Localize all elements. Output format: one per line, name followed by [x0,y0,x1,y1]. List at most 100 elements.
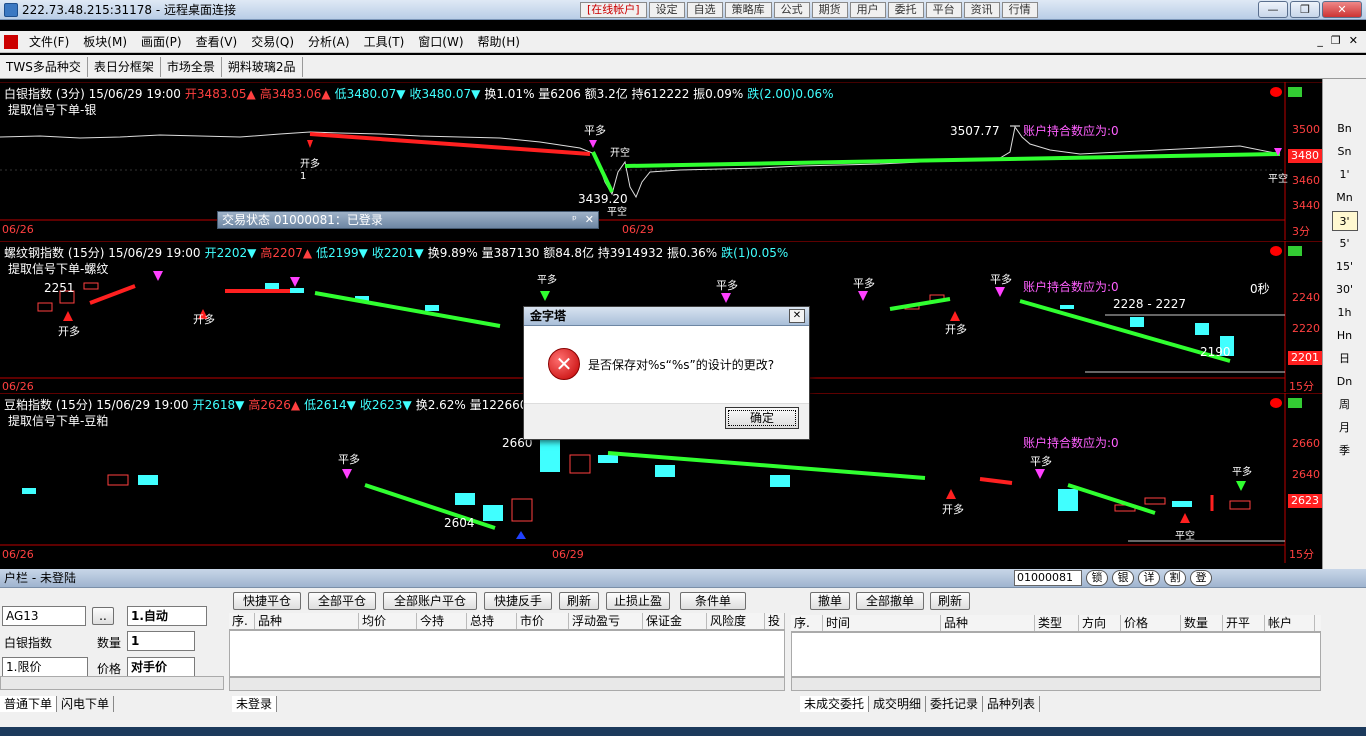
contract-input[interactable]: AG13 [2,606,86,626]
bank-button[interactable]: 银 [1112,570,1134,586]
layout-tab-plastic[interactable]: 朔料玻璃2品 [222,56,303,77]
period-1h[interactable]: 1h [1332,303,1358,323]
quantity-input[interactable]: 1 [127,631,195,651]
money-icon[interactable] [1288,398,1302,408]
col-direction[interactable]: 方向 [1079,615,1121,631]
period-bn[interactable]: Bn [1332,119,1358,139]
col-open-close[interactable]: 开平 [1223,615,1265,631]
refresh-positions-button[interactable]: 刷新 [559,592,599,610]
col-order-seq[interactable]: 序. [791,615,823,631]
period-5m[interactable]: 5' [1332,234,1358,254]
col-seq[interactable]: 序. [229,613,255,629]
cancel-order-button[interactable]: 撤单 [810,592,850,610]
account-select[interactable]: 01000081 [1014,570,1082,586]
menu-file[interactable]: 文件(F) [22,33,76,50]
pin-icon[interactable]: ᵖ [572,212,577,228]
menu-analysis[interactable]: 分析(A) [301,33,357,50]
browse-contract-button[interactable]: .. [92,607,114,625]
rdp-tab-formula[interactable]: 公式 [773,2,810,18]
orders-table-body[interactable] [791,632,1321,677]
detail-button[interactable]: 详 [1138,570,1160,586]
dialog-ok-button[interactable]: 确定 [725,407,799,429]
layout-tab-frame[interactable]: 表日分框架 [88,56,161,77]
menu-view[interactable]: 查看(V) [189,33,245,50]
col-risk[interactable]: 风险度 [707,613,765,629]
order-mode-select[interactable]: 1.自动 [127,606,207,626]
menu-help[interactable]: 帮助(H) [471,33,527,50]
tab-flash-order[interactable]: 闪电下单 [57,696,115,712]
col-floating-pnl[interactable]: 浮动盈亏 [569,613,643,629]
refresh-orders-button[interactable]: 刷新 [930,592,970,610]
rdp-tab-futures[interactable]: 期货 [811,2,848,18]
period-3m[interactable]: 3' [1331,211,1358,231]
tab-order-history[interactable]: 委托记录 [926,696,984,712]
close-button[interactable]: ✕ [1322,1,1362,18]
order-entry-scrollbar[interactable] [0,676,224,690]
period-hn[interactable]: Hn [1332,326,1358,346]
rdp-tab-strategy[interactable]: 策略库 [724,2,772,18]
col-price[interactable]: 价格 [1121,615,1181,631]
period-1m[interactable]: 1' [1332,165,1358,185]
rdp-tab-settings[interactable]: 设定 [648,2,685,18]
money-icon[interactable] [1288,87,1302,97]
mdi-restore-button[interactable]: ❐ [1331,34,1341,47]
period-30m[interactable]: 30' [1332,280,1358,300]
col-avg-price[interactable]: 均价 [359,613,417,629]
positions-table-body[interactable] [229,630,785,677]
tab-normal-order[interactable]: 普通下单 [0,696,58,712]
conditional-order-button[interactable]: 条件单 [680,592,746,610]
tab-not-logged-in[interactable]: 未登录 [232,696,278,712]
dialog-close-button[interactable]: ✕ [789,309,805,323]
col-symbol[interactable]: 品种 [255,613,359,629]
restore-button[interactable]: ❐ [1290,1,1320,18]
order-type-select[interactable]: 1.限价 [2,657,88,677]
layout-tab-tws[interactable]: TWS多品种交 [0,56,88,77]
close-icon[interactable]: ✕ [585,212,594,228]
period-15m[interactable]: 15' [1332,257,1358,277]
rdp-tab-quotes[interactable]: 行情 [1001,2,1038,18]
close-all-accounts-button[interactable]: 全部账户平仓 [383,592,477,610]
col-time[interactable]: 时间 [823,615,941,631]
price-input[interactable]: 对手价 [127,657,195,677]
col-market-price[interactable]: 市价 [517,613,569,629]
split-button[interactable]: 割 [1164,570,1186,586]
menu-screen[interactable]: 画面(P) [134,33,189,50]
rdp-tab-platform[interactable]: 平台 [925,2,962,18]
col-invest[interactable]: 投 [765,613,785,629]
orders-scrollbar[interactable] [791,677,1321,691]
col-account[interactable]: 帐户 [1265,615,1315,631]
rdp-tab-news[interactable]: 资讯 [963,2,1000,18]
tab-trade-details[interactable]: 成交明细 [869,696,927,712]
rdp-tab-user[interactable]: 用户 [849,2,886,18]
period-dn[interactable]: Dn [1332,372,1358,392]
rdp-tab-order[interactable]: 委托 [887,2,924,18]
layout-tab-market[interactable]: 市场全景 [161,56,222,77]
col-order-symbol[interactable]: 品种 [941,615,1035,631]
menu-tools[interactable]: 工具(T) [357,33,412,50]
mdi-close-button[interactable]: ✕ [1349,34,1358,47]
col-quantity[interactable]: 数量 [1181,615,1223,631]
cancel-all-button[interactable]: 全部撤单 [856,592,924,610]
login-button[interactable]: 登 [1190,570,1212,586]
positions-scrollbar[interactable] [229,677,785,691]
period-week[interactable]: 周 [1332,395,1358,415]
period-quarter[interactable]: 季 [1332,441,1358,461]
period-mn[interactable]: Mn [1332,188,1358,208]
clock-icon[interactable] [1270,246,1282,256]
menu-window[interactable]: 窗口(W) [411,33,470,50]
mdi-minimize-button[interactable]: _ [1317,34,1323,47]
minimize-button[interactable]: — [1258,1,1288,18]
col-margin[interactable]: 保证金 [643,613,707,629]
col-type[interactable]: 类型 [1035,615,1079,631]
period-sn[interactable]: Sn [1332,142,1358,162]
rdp-tab-watchlist[interactable]: 自选 [686,2,723,18]
lock-button[interactable]: 锁 [1086,570,1108,586]
menu-trade[interactable]: 交易(Q) [244,33,301,50]
quick-close-button[interactable]: 快捷平仓 [233,592,301,610]
clock-icon[interactable] [1270,398,1282,408]
tab-pending-orders[interactable]: 未成交委托 [800,696,870,712]
col-today-hold[interactable]: 今持 [417,613,467,629]
period-month[interactable]: 月 [1332,418,1358,438]
trade-state-bar[interactable]: 交易状态 01000081：已登录 ᵖ ✕ [217,211,599,229]
chart-panel-silver[interactable]: 白银指数 (3分) 15/06/29 19:00 开3483.05▲ 高3483… [0,82,1322,240]
